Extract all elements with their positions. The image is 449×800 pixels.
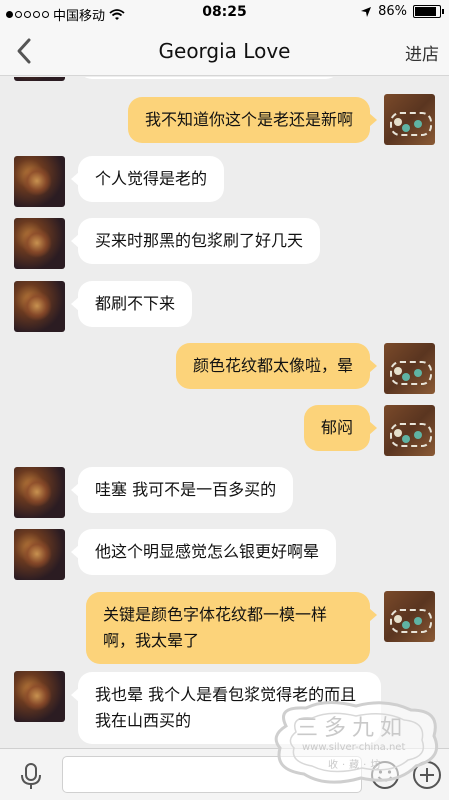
battery-icon [413,5,444,18]
avatar-self[interactable] [384,94,435,145]
message-bubble-self[interactable]: 颜色花纹都太像啦，晕 [175,343,378,389]
add-attachment-icon[interactable] [412,760,442,790]
microphone-icon[interactable] [16,761,46,791]
message-bubble-other[interactable]: 哇塞 我可不是一百多买的 [70,467,294,513]
status-right-group: 86% [360,4,444,19]
avatar-self[interactable] [384,343,435,394]
status-bar: 中国移动 08:25 86% [0,0,449,26]
message-bubble-other[interactable]: 个人觉得是老的 [70,156,225,202]
nav-bar: Georgia Love 进店 [0,26,449,76]
message-bubble-other[interactable]: 都刷不下来 [70,281,193,327]
message-bubble-other[interactable]: 他这个明显感觉怎么银更好啊晕 [70,529,337,575]
avatar-other[interactable] [14,281,65,332]
avatar-self[interactable] [384,591,435,642]
page-title: Georgia Love [158,39,291,63]
message-bubble-self[interactable]: 郁闷 [303,405,378,451]
message-bubble-self[interactable]: 我不知道你这个是老还是新啊 [127,97,378,143]
input-bar [0,748,449,800]
location-arrow-icon [361,6,372,17]
message-bubble-other[interactable]: 买来时那黑的包浆刷了好几天 [70,218,321,264]
visit-shop-button[interactable]: 进店 [405,40,439,65]
avatar-other[interactable] [14,529,65,580]
avatar-self[interactable] [384,405,435,456]
message-input[interactable] [62,756,362,793]
avatar-other[interactable] [14,77,65,81]
message-bubble-partial [78,77,340,79]
message-bubble-self[interactable]: 关键是颜色字体花纹都一模一样啊，我太晕了 [86,592,377,664]
avatar-other[interactable] [14,671,65,722]
battery-fill [415,7,436,16]
battery-percent: 86% [378,4,407,19]
message-bubble-other[interactable]: 我也晕 我个人是看包浆觉得老的而且 我在山西买的 [71,672,381,744]
chat-thread[interactable]: 我不知道你这个是老还是新啊 个人觉得是老的 买来时那黑的包浆刷了好几天 都刷不下… [0,77,449,748]
avatar-other[interactable] [14,156,65,207]
avatar-other[interactable] [14,218,65,269]
avatar-other[interactable] [14,467,65,518]
emoji-icon[interactable] [370,760,400,790]
